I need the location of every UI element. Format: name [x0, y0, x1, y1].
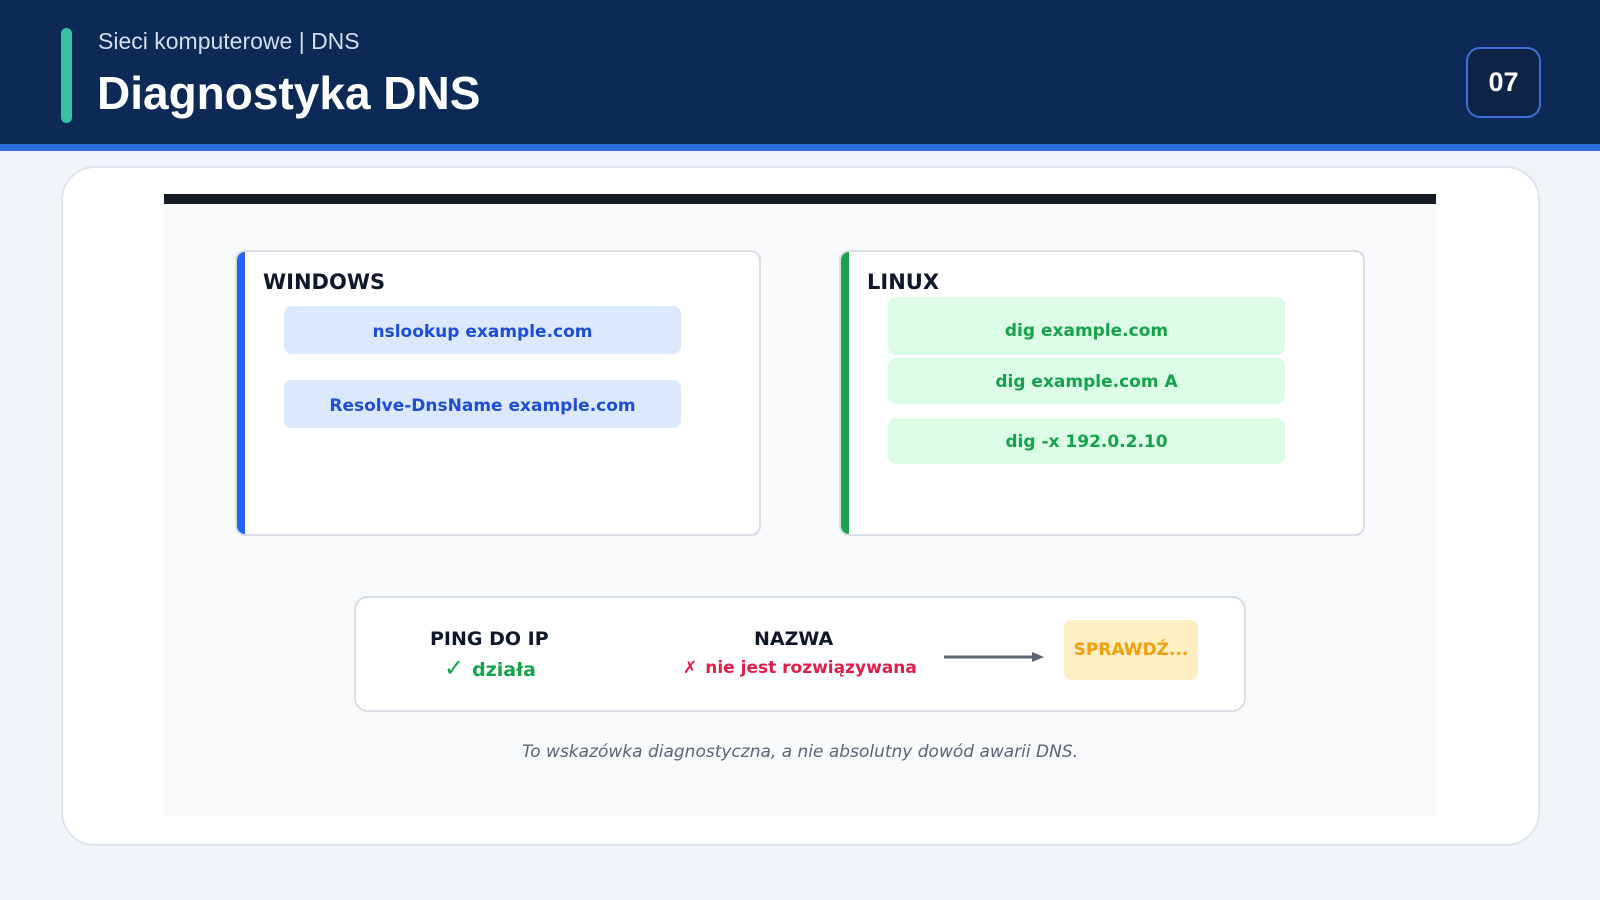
- linux-panel: LINUX dig example.com dig example.com A …: [839, 250, 1365, 536]
- ping-status-text: działa: [472, 659, 536, 681]
- windows-title: WINDOWS: [263, 270, 386, 294]
- linux-command-dig-a: dig example.com A: [888, 358, 1285, 404]
- page-number-badge: 07: [1466, 47, 1541, 118]
- ping-label: PING DO IP: [430, 628, 549, 650]
- slide-title: Diagnostyka DNS: [97, 67, 481, 119]
- name-status-text: nie jest rozwiązywana: [705, 658, 917, 678]
- name-label: NAZWA: [754, 628, 834, 650]
- linux-title: LINUX: [867, 270, 940, 294]
- arrow-right-icon: [944, 652, 1044, 662]
- windows-command-resolve-dnsname: Resolve-DnsName example.com: [284, 380, 681, 428]
- windows-command-nslookup: nslookup example.com: [284, 306, 681, 354]
- linux-command-dig: dig example.com: [888, 297, 1285, 355]
- diagnosis-flow: PING DO IP ✓ działa NAZWA ✗ nie jest rozwi…: [354, 596, 1246, 712]
- linux-command-dig-reverse: dig -x 192.0.2.10: [888, 418, 1285, 464]
- check-action-badge: SPRAWDŹ...: [1064, 620, 1198, 680]
- diagram-figure: WINDOWS nslookup example.com Resolve-Dns…: [164, 194, 1436, 816]
- windows-panel-stripe: [237, 252, 245, 534]
- cross-icon: ✗: [683, 658, 698, 678]
- header-accent-bar: [61, 28, 72, 123]
- slide-header: Sieci komputerowe | DNS Diagnostyka DNS …: [0, 0, 1600, 144]
- linux-panel-stripe: [841, 252, 849, 534]
- name-status: ✗ nie jest rozwiązywana: [683, 658, 917, 678]
- ping-status: ✓ działa: [444, 654, 536, 682]
- diagnostic-note: To wskazówka diagnostyczna, a nie absolu…: [521, 742, 1079, 762]
- check-icon: ✓: [444, 654, 465, 682]
- windows-panel: WINDOWS nslookup example.com Resolve-Dns…: [235, 250, 761, 536]
- header-rule: [0, 144, 1600, 151]
- figure-top-bar: [164, 194, 1436, 204]
- slide-subtitle: Sieci komputerowe | DNS: [98, 28, 360, 54]
